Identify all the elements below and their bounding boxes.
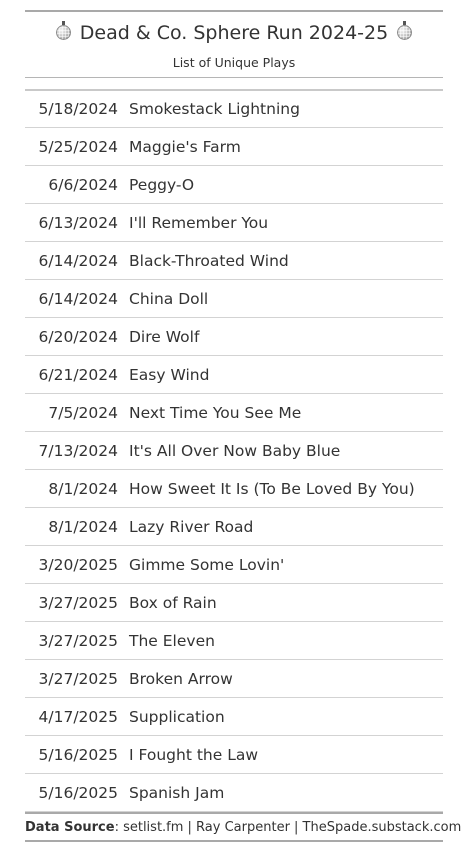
table-container: Dead & Co. Sphere Run 2024-25 List of Un… [25, 10, 461, 842]
song-cell: Next Time You See Me [129, 403, 302, 422]
date-cell: 8/1/2024 [48, 517, 118, 536]
date-cell: 6/6/2024 [48, 175, 118, 194]
date-cell: 8/1/2024 [48, 479, 118, 498]
date-cell: 6/21/2024 [38, 365, 118, 384]
song-cell: Smokestack Lightning [129, 100, 300, 118]
table-row: 6/6/2024 Peggy-O [25, 166, 443, 204]
table-row: 5/25/2024 Maggie's Farm [25, 128, 443, 166]
song-cell: Maggie's Farm [129, 137, 241, 156]
plays-list: 5/18/2024 Smokestack Lightning 5/25/2024 M… [25, 91, 443, 812]
date-cell: 3/20/2025 [38, 555, 118, 574]
table-row: 3/27/2025 The Eleven [25, 622, 443, 660]
song-cell: I Fought the Law [129, 745, 259, 764]
table-row: 6/13/2024 I'll Remember You [25, 204, 443, 242]
subtitle: List of Unique Plays [172, 55, 296, 70]
disco-ball-icon [55, 21, 71, 40]
song-cell: Easy Wind [129, 365, 210, 384]
table-footer: Data Source: setlist.fm | Ray Carpenter … [25, 812, 461, 842]
page-title: Dead & Co. Sphere Run 2024-25 [25, 19, 443, 47]
song-cell: China Doll [129, 289, 209, 308]
data-source-text: : setlist.fm | Ray Carpenter | TheSpade.… [114, 820, 462, 835]
table-row: 8/1/2024 Lazy River Road [25, 508, 443, 546]
song-cell: I'll Remember You [129, 213, 269, 232]
table-row: 5/18/2024 Smokestack Lightning [25, 91, 443, 128]
song-cell: Supplication [129, 707, 225, 726]
song-cell: Peggy-O [129, 175, 195, 194]
song-cell: Broken Arrow [129, 669, 233, 688]
date-cell: 6/20/2024 [38, 327, 118, 346]
song-cell: Gimme Some Lovin' [129, 555, 285, 574]
table-row: 3/27/2025 Box of Rain [25, 584, 443, 622]
table-row: 6/20/2024 Dire Wolf [25, 318, 443, 356]
song-cell: It's All Over Now Baby Blue [129, 441, 341, 460]
date-cell: 7/5/2024 [48, 403, 118, 422]
song-cell: Spanish Jam [129, 783, 225, 802]
date-cell: 5/16/2025 [38, 783, 118, 802]
data-source-label: Data Source [25, 820, 115, 835]
table-row: 5/16/2025 I Fought the Law [25, 736, 443, 774]
song-cell: Box of Rain [129, 593, 217, 612]
table-row: 3/20/2025 Gimme Some Lovin' [25, 546, 443, 584]
date-cell: 6/13/2024 [38, 213, 118, 232]
date-cell: 6/14/2024 [38, 251, 118, 270]
date-cell: 5/25/2024 [38, 137, 118, 156]
song-cell: How Sweet It Is (To Be Loved By You) [129, 479, 415, 498]
disco-ball-icon [397, 21, 413, 40]
table-header: Dead & Co. Sphere Run 2024-25 List of Un… [25, 12, 443, 71]
title-text: Dead & Co. Sphere Run 2024-25 [79, 22, 389, 44]
header-divider [25, 77, 443, 78]
table-row: 7/5/2024 Next Time You See Me [25, 394, 443, 432]
table-row: 7/13/2024 It's All Over Now Baby Blue [25, 432, 443, 470]
table-row: 6/21/2024 Easy Wind [25, 356, 443, 394]
date-cell: 5/18/2024 [38, 100, 118, 118]
table-row: 6/14/2024 Black-Throated Wind [25, 242, 443, 280]
song-cell: Dire Wolf [129, 327, 200, 346]
date-cell: 3/27/2025 [38, 669, 118, 688]
song-cell: Lazy River Road [129, 517, 254, 536]
song-cell: Black-Throated Wind [129, 251, 289, 270]
date-cell: 7/13/2024 [38, 441, 118, 460]
table-row: 3/27/2025 Broken Arrow [25, 660, 443, 698]
table-row: 6/14/2024 China Doll [25, 280, 443, 318]
table-row: 8/1/2024 How Sweet It Is (To Be Loved By … [25, 470, 443, 508]
date-cell: 4/17/2025 [38, 707, 118, 726]
table-row: 4/17/2025 Supplication [25, 698, 443, 736]
date-cell: 3/27/2025 [38, 631, 118, 650]
date-cell: 5/16/2025 [38, 745, 118, 764]
date-cell: 3/27/2025 [38, 593, 118, 612]
table-row: 5/16/2025 Spanish Jam [25, 774, 443, 812]
date-cell: 6/14/2024 [38, 289, 118, 308]
song-cell: The Eleven [129, 631, 215, 650]
